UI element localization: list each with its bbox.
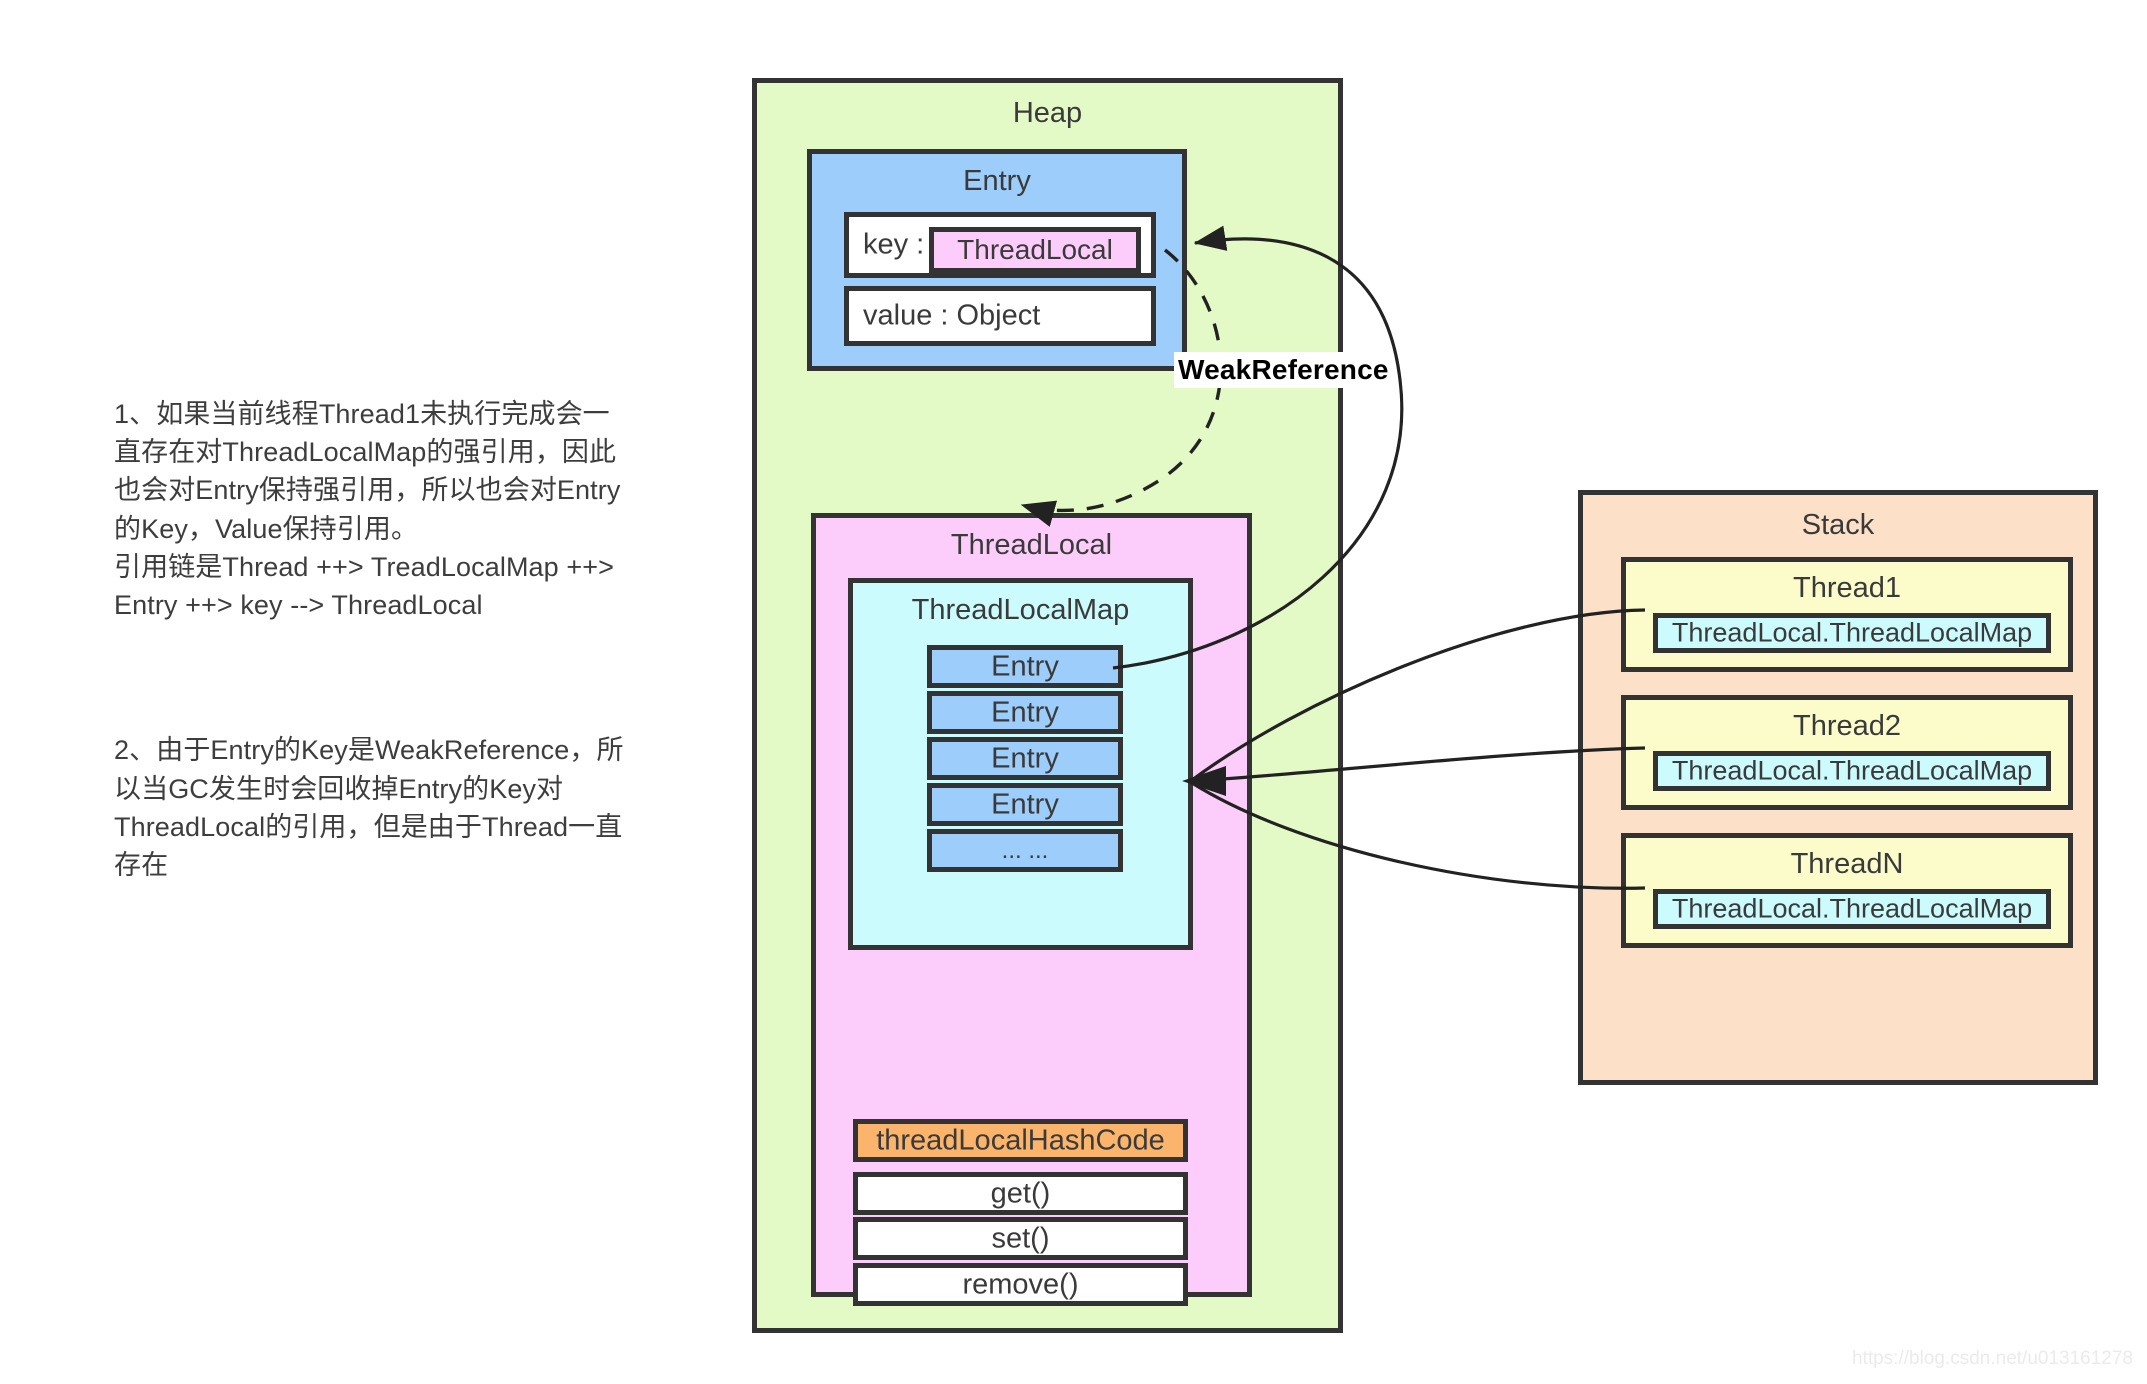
thread-name: ThreadN [1790, 848, 1904, 880]
threadlocalmap-title: ThreadLocalMap [911, 594, 1130, 626]
note-paragraph-2: 2、由于Entry的Key是WeakReference，所以当GC发生时会回收掉… [114, 735, 624, 881]
thread-map-reference-label: ThreadLocal.ThreadLocalMap [1671, 617, 2033, 648]
thread-block-2: Thread2 ThreadLocal.ThreadLocalMap [1621, 695, 2073, 810]
weakreference-label: WeakReference [1174, 352, 1393, 388]
map-entry-label: Entry [991, 788, 1059, 820]
threadlocal-object-block: ThreadLocal ThreadLocalMap Entry Entry E… [811, 513, 1252, 1306]
map-entry-label: Entry [991, 696, 1059, 728]
thread-block-1: Thread1 ThreadLocal.ThreadLocalMap [1621, 557, 2073, 672]
source-watermark: https://blog.csdn.net/u013161278 [1851, 1348, 2133, 1369]
threadlocal-block-title: ThreadLocal [950, 529, 1113, 561]
diagram-canvas: 1、如果当前线程Thread1未执行完成会一直存在对ThreadLocalMap… [0, 0, 2147, 1384]
threadlocalhashcode-field: threadLocalHashCode [853, 1119, 1188, 1162]
entry-value-label: value : Object [863, 299, 1041, 332]
explanatory-notes: 1、如果当前线程Thread1未执行完成会一直存在对ThreadLocalMap… [114, 318, 634, 961]
method-set: set() [853, 1217, 1188, 1260]
method-label: get() [990, 1177, 1051, 1209]
threadlocal-key-value: ThreadLocal [957, 234, 1113, 265]
note-paragraph-1: 1、如果当前线程Thread1未执行完成会一直存在对ThreadLocalMap… [114, 398, 621, 621]
map-entry-slot: Entry [927, 691, 1123, 734]
thread-block-n: ThreadN ThreadLocal.ThreadLocalMap [1621, 833, 2073, 948]
entry-value-row: value : Object [844, 286, 1156, 346]
thread-map-reference: ThreadLocal.ThreadLocalMap [1653, 613, 2051, 653]
entry-key-label: key : [863, 228, 925, 261]
map-entry-label: Entry [991, 650, 1059, 682]
map-entry-label: Entry [991, 742, 1059, 774]
threadlocalhashcode-label: threadLocalHashCode [876, 1124, 1165, 1156]
threadlocalmap-block: ThreadLocalMap Entry Entry Entry Entry .… [848, 578, 1193, 950]
method-remove: remove() [853, 1263, 1188, 1306]
thread-map-reference: ThreadLocal.ThreadLocalMap [1653, 889, 2051, 929]
heap-container: Heap Entry key : ThreadLocal value : Obj… [752, 78, 1343, 1333]
entry-key-row: key : ThreadLocal [844, 212, 1156, 278]
stack-container: Stack Thread1 ThreadLocal.ThreadLocalMap… [1578, 490, 2098, 1085]
thread-map-reference-label: ThreadLocal.ThreadLocalMap [1671, 755, 2033, 786]
thread-map-reference-label: ThreadLocal.ThreadLocalMap [1671, 893, 2033, 924]
map-entry-slot: Entry [927, 737, 1123, 780]
stack-title: Stack [1801, 509, 1875, 541]
map-entry-label: ... ... [1001, 836, 1049, 864]
thread-name: Thread2 [1792, 710, 1901, 742]
method-label: set() [991, 1222, 1050, 1254]
map-entry-slot: Entry [927, 783, 1123, 826]
method-get: get() [853, 1172, 1188, 1215]
entry-object-block: Entry key : ThreadLocal value : Object [807, 149, 1187, 371]
heap-title: Heap [1012, 97, 1083, 129]
thread-name: Thread1 [1792, 572, 1901, 604]
map-entry-slot: Entry [927, 645, 1123, 688]
map-entry-ellipsis-slot: ... ... [927, 829, 1123, 872]
entry-block-title: Entry [963, 165, 1031, 197]
method-label: remove() [962, 1268, 1079, 1300]
threadlocal-key-pill: ThreadLocal [929, 227, 1141, 273]
thread-map-reference: ThreadLocal.ThreadLocalMap [1653, 751, 2051, 791]
